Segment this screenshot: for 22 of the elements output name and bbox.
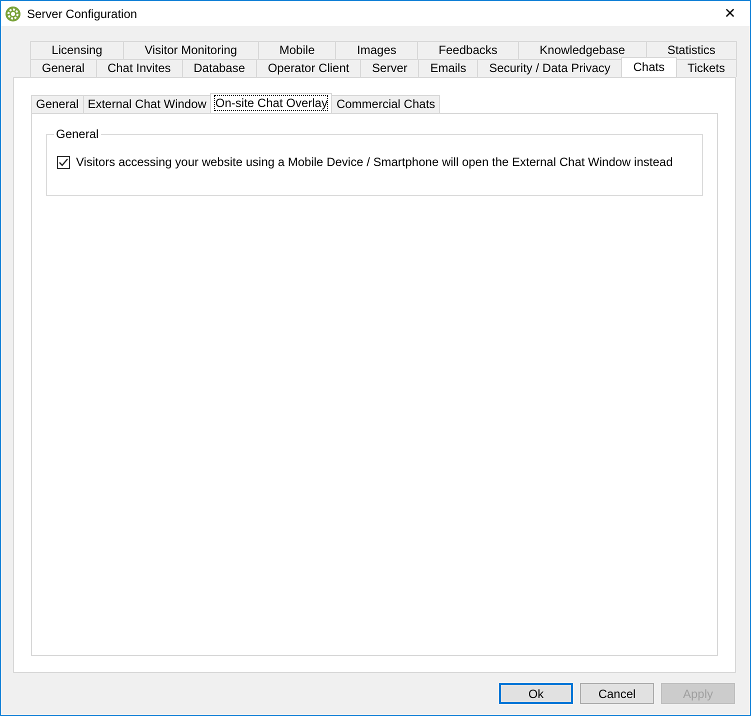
tab[interactable]: Operator Client: [256, 59, 362, 77]
dialog-button[interactable]: Cancel: [580, 683, 654, 704]
tab[interactable]: Chats: [621, 57, 677, 77]
window-title: Server Configuration: [27, 6, 138, 20]
gear-icon: [5, 6, 21, 22]
checkbox-label: Visitors accessing your website using a Mobile Device / Smartphone will open the External Chat Window instead: [76, 155, 673, 169]
dialog-button[interactable]: Ok: [499, 683, 573, 704]
checkbox[interactable]: [57, 156, 70, 168]
tab[interactable]: General: [31, 95, 84, 113]
tab[interactable]: External Chat Window: [82, 95, 212, 113]
tab[interactable]: Visitor Monitoring: [122, 41, 259, 59]
tab[interactable]: Tickets: [676, 59, 737, 77]
tab[interactable]: Images: [335, 41, 418, 59]
tab[interactable]: Statistics: [646, 41, 737, 59]
group-title: General: [55, 127, 100, 141]
tab[interactable]: Licensing: [30, 41, 124, 59]
tab[interactable]: General: [30, 59, 97, 77]
tab[interactable]: Commercial Chats: [331, 95, 440, 113]
close-button[interactable]: ✕: [710, 1, 750, 26]
tab[interactable]: Knowledgebase: [518, 41, 647, 59]
tab[interactable]: Security / Data Privacy: [477, 59, 622, 77]
tab[interactable]: On-site Chat Overlay: [210, 93, 332, 113]
